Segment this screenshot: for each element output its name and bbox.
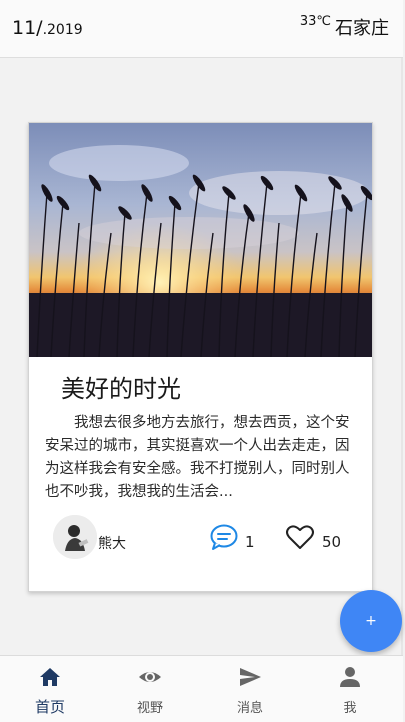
eye-icon xyxy=(139,672,161,682)
home-icon xyxy=(40,668,60,686)
like-count: 50 xyxy=(322,533,342,551)
author-name[interactable]: 熊大 xyxy=(98,533,126,553)
app-screen: 11/.2019 33℃ 石家庄 美好的时光 我想去很多地方去旅行，想去西贡，这… xyxy=(0,0,403,722)
nav-label-messages: 消息 xyxy=(236,701,263,716)
nav-label-view: 视野 xyxy=(136,701,163,716)
send-icon xyxy=(240,668,261,686)
date-display: 11/.2019 xyxy=(12,17,83,39)
comment-count: 1 xyxy=(245,533,255,551)
city-name: 石家庄 xyxy=(335,18,389,39)
date-day-month: 11/ xyxy=(12,17,43,39)
heart-icon[interactable] xyxy=(285,523,315,551)
nav-item-messages[interactable]: 消息 xyxy=(200,656,300,722)
avatar-image xyxy=(53,515,97,559)
comment-icon[interactable] xyxy=(209,523,239,551)
post-title: 美好的时光 xyxy=(61,375,181,403)
temperature: 33℃ xyxy=(299,14,331,29)
author-avatar[interactable] xyxy=(53,515,97,559)
nav-item-me[interactable]: 我 xyxy=(300,656,400,722)
post-card[interactable]: 美好的时光 我想去很多地方去旅行，想去西贡，这个安安呆过的城市，其实挺喜欢一个人… xyxy=(28,122,373,592)
bottom-nav: 首页 视野 消息 我 xyxy=(0,655,403,722)
weather-display: 33℃ 石家庄 xyxy=(300,14,389,40)
nav-label-me: 我 xyxy=(343,701,357,716)
nav-label-home: 首页 xyxy=(34,698,65,716)
post-excerpt: 我想去很多地方去旅行，想去西贡，这个安安呆过的城市，其实挺喜欢一个人出去走走，因… xyxy=(45,415,350,500)
date-year: .2019 xyxy=(42,22,83,38)
nav-item-view[interactable]: 视野 xyxy=(100,656,200,722)
person-icon xyxy=(340,667,360,687)
nav-item-home[interactable]: 首页 xyxy=(0,656,100,722)
post-photo xyxy=(29,123,372,357)
post-meta: 熊大 1 50 xyxy=(29,513,372,561)
add-post-button[interactable]: + xyxy=(340,590,402,652)
top-bar: 11/.2019 33℃ 石家庄 xyxy=(0,0,403,58)
